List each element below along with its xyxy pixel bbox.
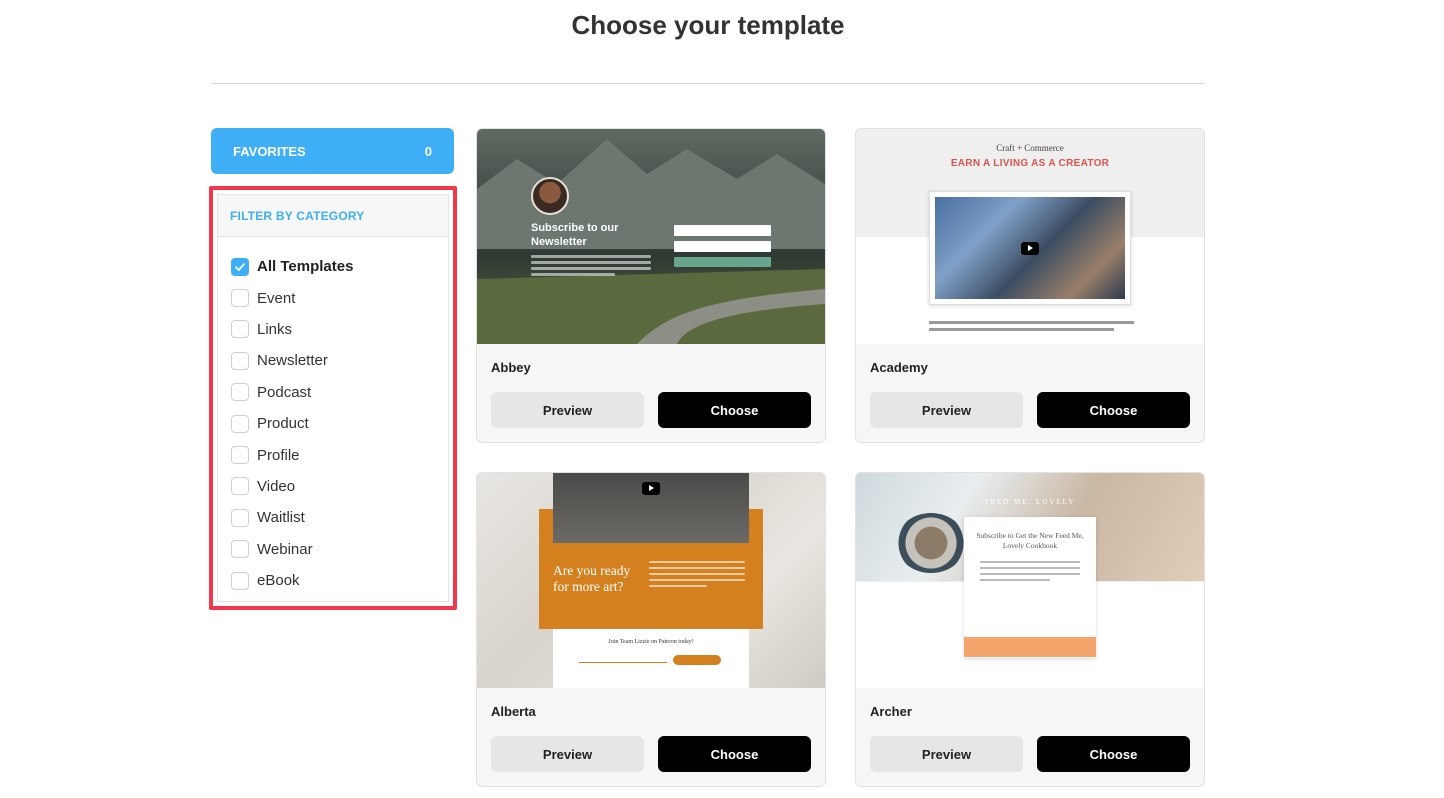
filter-option-label: Waitlist — [257, 509, 305, 527]
filter-list: All Templates Event Links Newsletter Podcast… — [218, 237, 448, 596]
template-thumbnail-archer[interactable]: FEED ME, LOVELY Subscribe to Get the New… — [856, 473, 1204, 688]
filter-option-label: Podcast — [257, 383, 312, 401]
checkbox[interactable] — [231, 571, 249, 590]
preview-button[interactable]: Preview — [491, 392, 644, 428]
play-icon — [642, 482, 660, 495]
preview-button[interactable]: Preview — [870, 392, 1023, 428]
template-name: Alberta — [491, 704, 536, 719]
checkbox[interactable] — [231, 508, 249, 527]
academy-description — [929, 321, 1134, 341]
template-card-abbey: Subscribe to our Newsletter Abbey Previe… — [476, 128, 826, 443]
checkbox[interactable] — [231, 540, 249, 559]
checkbox[interactable] — [231, 351, 249, 370]
filter-panel: FILTER BY CATEGORY All Templates Event Lin… — [217, 194, 449, 602]
filter-option-newsletter[interactable]: Newsletter — [218, 345, 448, 376]
mountain-image — [477, 139, 825, 344]
choose-button[interactable]: Choose — [1037, 392, 1190, 428]
favorites-label: FAVORITES — [233, 143, 306, 159]
filter-option-product[interactable]: Product — [218, 408, 448, 439]
abbey-name-input — [674, 225, 771, 236]
abbey-cta — [674, 257, 771, 267]
checkbox[interactable] — [231, 477, 249, 496]
archer-brand: FEED ME, LOVELY — [984, 498, 1076, 506]
template-name: Archer — [870, 704, 912, 719]
alberta-video — [553, 473, 749, 543]
page-title: Choose your template — [571, 10, 845, 40]
choose-button[interactable]: Choose — [658, 736, 811, 772]
template-name: Academy — [870, 360, 928, 375]
archer-signup: Subscribe to Get the New Feed Me, Lovely… — [964, 517, 1096, 658]
check-icon — [235, 262, 245, 271]
preview-button[interactable]: Preview — [491, 736, 644, 772]
filter-option-video[interactable]: Video — [218, 471, 448, 502]
checkbox[interactable] — [231, 446, 249, 465]
academy-video — [929, 191, 1131, 305]
filter-option-links[interactable]: Links — [218, 314, 448, 345]
choose-button[interactable]: Choose — [1037, 736, 1190, 772]
checkbox[interactable] — [231, 383, 249, 402]
template-card-alberta: Are you ready for more art? Join Team Li… — [476, 472, 826, 787]
template-thumbnail-alberta[interactable]: Are you ready for more art? Join Team Li… — [477, 473, 825, 688]
template-card-academy: Craft + Commerce EARN A LIVING AS A CREA… — [855, 128, 1205, 443]
preview-button[interactable]: Preview — [870, 736, 1023, 772]
abbey-heading: Subscribe to our Newsletter — [531, 222, 619, 248]
template-thumbnail-academy[interactable]: Craft + Commerce EARN A LIVING AS A CREA… — [856, 129, 1204, 344]
filter-heading: FILTER BY CATEGORY — [218, 195, 448, 237]
filter-option-profile[interactable]: Profile — [218, 439, 448, 470]
filter-option-label: Profile — [257, 446, 300, 464]
avatar — [531, 177, 569, 215]
filter-option-label: Webinar — [257, 540, 313, 558]
filter-option-label: Event — [257, 289, 296, 307]
template-card-archer: FEED ME, LOVELY Subscribe to Get the New… — [855, 472, 1205, 787]
academy-brand: Craft + Commerce — [996, 143, 1064, 153]
play-icon — [1021, 242, 1039, 255]
abbey-text — [531, 255, 651, 289]
filter-option-ebook[interactable]: eBook — [218, 565, 448, 596]
filter-option-label: Newsletter — [257, 352, 328, 370]
bowl-image — [896, 513, 966, 573]
filter-option-label: eBook — [257, 572, 300, 590]
checkbox[interactable] — [231, 289, 249, 308]
filter-option-podcast[interactable]: Podcast — [218, 377, 448, 408]
filter-option-waitlist[interactable]: Waitlist — [218, 502, 448, 533]
alberta-signup: Join Team Lizzie on Patreon today! — [553, 629, 749, 688]
filter-highlight: FILTER BY CATEGORY All Templates Event Lin… — [209, 186, 457, 610]
favorites-button[interactable]: FAVORITES 0 — [211, 128, 454, 174]
choose-button[interactable]: Choose — [658, 392, 811, 428]
alberta-text — [649, 561, 745, 591]
checkbox[interactable] — [231, 414, 249, 433]
academy-headline: EARN A LIVING AS A CREATOR — [950, 158, 1110, 169]
alberta-heading: Are you ready for more art? — [553, 563, 631, 594]
checkbox[interactable] — [231, 320, 249, 339]
template-name: Abbey — [491, 360, 531, 375]
filter-option-label: Links — [257, 320, 293, 338]
filter-option-label: Product — [257, 415, 309, 433]
template-thumbnail-abbey[interactable]: Subscribe to our Newsletter — [477, 129, 825, 344]
abbey-email-input — [674, 241, 771, 252]
filter-option-label: All Templates — [257, 258, 354, 276]
filter-option-all-templates[interactable]: All Templates — [218, 251, 448, 282]
title-divider — [211, 83, 1205, 84]
favorites-count: 0 — [424, 143, 432, 159]
checkbox[interactable] — [231, 257, 249, 276]
filter-option-event[interactable]: Event — [218, 282, 448, 313]
filter-option-label: Video — [257, 477, 296, 495]
filter-option-webinar[interactable]: Webinar — [218, 534, 448, 565]
